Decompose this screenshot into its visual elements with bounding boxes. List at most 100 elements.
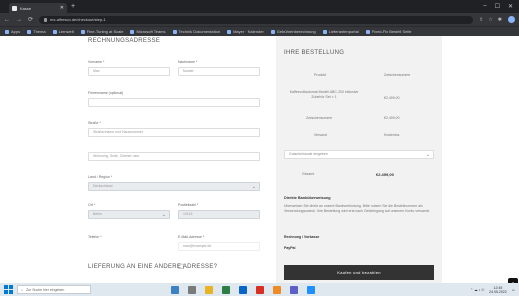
bookmark-icon [270, 29, 275, 34]
street-field[interactable]: Straßenname und Hausnummer [88, 128, 260, 137]
total-value: €2.499,00 [376, 172, 394, 177]
browser-titlebar: Kasse ✕ + – ☐ ✕ [0, 0, 519, 13]
summary-title: Ihre Bestellung [284, 50, 345, 56]
paypal-label[interactable]: PayPal [284, 246, 295, 250]
url-text: mz-alfresco.de/checkout/step-1 [50, 17, 106, 22]
country-label: Land / Region * [88, 175, 113, 179]
browser-tab[interactable]: Kasse ✕ [9, 3, 67, 13]
bookmark-item[interactable]: Thema [27, 29, 46, 34]
bookmark-icon [130, 29, 135, 34]
bookmark-icon [365, 29, 370, 34]
city-value: Berlin [93, 212, 102, 216]
bookmark-icon [322, 29, 327, 34]
coupon-input[interactable]: Gutscheincode eingeben ⌄ [284, 150, 434, 159]
clock[interactable]: 12:45 24.05.2022 [489, 286, 507, 294]
chevron-down-icon: ⌄ [425, 152, 430, 158]
bookmark-item[interactable]: Mayer · Kalender [227, 29, 264, 34]
chevron-down-icon: ⌄ [251, 184, 256, 190]
url-input[interactable]: mz-alfresco.de/checkout/step-1 [39, 15, 474, 24]
col-total: Zwischensumme [384, 73, 411, 77]
lock-icon [44, 17, 48, 22]
street2-field[interactable]: Wohnung, Suite, Zimmer usw. [88, 152, 260, 161]
back-icon[interactable]: ← [4, 17, 10, 23]
country-select[interactable]: Deutschland ⌄ [88, 182, 260, 191]
bookmark-item[interactable]: Fixed-Fix Bestell Seite [365, 29, 412, 34]
country-value: Deutschland [93, 184, 113, 188]
subtotal-value: €2.499,00 [384, 116, 400, 120]
share-icon[interactable]: ⇧ [479, 17, 483, 23]
subtotal-label: Zwischensumme [306, 116, 333, 120]
bookmark-item[interactable]: Technik Dokumentation [172, 29, 220, 34]
bookmark-icon [27, 29, 32, 34]
taskbar-search[interactable]: ⌕ Zur Suche hier eingeben [17, 285, 91, 294]
search-icon: ⌕ [21, 287, 23, 292]
tab-title: Kasse [20, 5, 32, 11]
method-label[interactable]: Rechnung / Vorkasse [284, 235, 319, 239]
place-order-button[interactable]: Kaufen und bezahlen [284, 265, 434, 280]
outlook-icon[interactable] [307, 285, 315, 294]
extensions-icon[interactable]: ✱ [498, 17, 502, 23]
bookmark-icon [52, 29, 57, 34]
bookmark-item[interactable]: Microsoft Teams [130, 29, 166, 34]
address-bar: ← → ⟳ mz-alfresco.de/checkout/step-1 ⇧ ☆… [0, 13, 519, 26]
item-label: Kaffeevollautomat Modell ABC-200 inklusi… [289, 90, 359, 99]
excel-icon[interactable] [222, 285, 230, 294]
street-label: Straße * [88, 121, 101, 125]
shipping-title: Lieferung an eine andere Adresse? [88, 264, 218, 270]
new-tab-button[interactable]: + [71, 3, 75, 10]
phone-label: Telefon * [88, 235, 102, 239]
col-product: Produkt [314, 73, 327, 77]
taskbar-search-placeholder: Zur Suche hier eingeben [25, 287, 65, 292]
tray-icons[interactable]: ⌃ ☁ ♪ ⎚ [470, 288, 484, 292]
profile-avatar[interactable] [508, 16, 515, 23]
taskbar-apps [171, 285, 315, 294]
close-tab-icon[interactable]: ✕ [60, 5, 64, 11]
teams-icon[interactable] [290, 285, 298, 294]
bank-text: Überweisen Sie direkt an unsere Bankverb… [284, 204, 430, 213]
chrome-icon[interactable] [256, 285, 264, 294]
chevron-down-icon: ⌄ [161, 212, 166, 218]
taskbar: ⌕ Zur Suche hier eingeben ⌃ ☁ ♪ ⎚ 12:45 … [0, 283, 519, 296]
file-explorer-icon[interactable] [188, 285, 196, 294]
item-price: €2.499,00 [384, 96, 400, 100]
forward-icon[interactable]: → [16, 17, 22, 23]
company-field[interactable] [88, 98, 260, 107]
page-content: Rechnungsadresse Vorname * Max Nachname … [0, 36, 519, 283]
favicon-icon [12, 5, 17, 11]
bookmark-icon [5, 29, 9, 34]
zip-field[interactable]: 10115 [178, 210, 260, 219]
reload-icon[interactable]: ⟳ [28, 16, 33, 23]
star-icon[interactable]: ☆ [488, 17, 492, 23]
shipping-label: Versand [314, 133, 327, 137]
email-label: E-Mail-Adresse * [178, 235, 205, 239]
billing-title: Rechnungsadresse [88, 38, 161, 44]
bookmark-item[interactable]: Lernwelt [52, 29, 74, 34]
edge-icon[interactable] [239, 285, 247, 294]
bookmarks-bar: Apps Thema Lernwelt Fine-Tuning at Scale… [0, 26, 519, 36]
folder-icon[interactable] [205, 285, 213, 294]
company-label: Firmenname (optional) [88, 91, 124, 95]
shipping-checkbox[interactable]: ☐ [178, 263, 184, 271]
minimize-button[interactable]: – [483, 3, 486, 10]
task-view-icon[interactable] [171, 285, 179, 294]
email-field[interactable]: max@example.de [178, 242, 260, 251]
system-tray: ⌃ ☁ ♪ ⎚ 12:45 24.05.2022 ▭ [470, 286, 519, 294]
bookmark-item[interactable]: Gebührenberechnung [270, 29, 316, 34]
toolbar-actions: ⇧ ☆ ✱ [479, 17, 502, 23]
windows-start-icon[interactable] [4, 285, 13, 294]
bookmark-item[interactable]: Lieferantenportal [322, 29, 359, 34]
total-label: Gesamt [302, 172, 315, 176]
bookmark-icon [172, 29, 177, 34]
bookmark-item[interactable]: Fine-Tuning at Scale [80, 29, 123, 34]
bookmark-item[interactable]: Apps [5, 29, 20, 34]
bookmark-icon [80, 29, 85, 34]
notification-icon[interactable]: ▭ [512, 288, 515, 292]
last-name-field[interactable]: Muster [178, 67, 260, 76]
city-field[interactable]: Berlin ⌄ [88, 210, 170, 219]
bookmark-icon [227, 29, 232, 34]
close-window-button[interactable]: ✕ [508, 3, 513, 10]
bank-title: Direkte Banküberweisung [284, 196, 331, 200]
app-icon[interactable] [273, 285, 281, 294]
first-name-field[interactable]: Max [88, 67, 170, 76]
maximize-button[interactable]: ☐ [495, 3, 500, 10]
